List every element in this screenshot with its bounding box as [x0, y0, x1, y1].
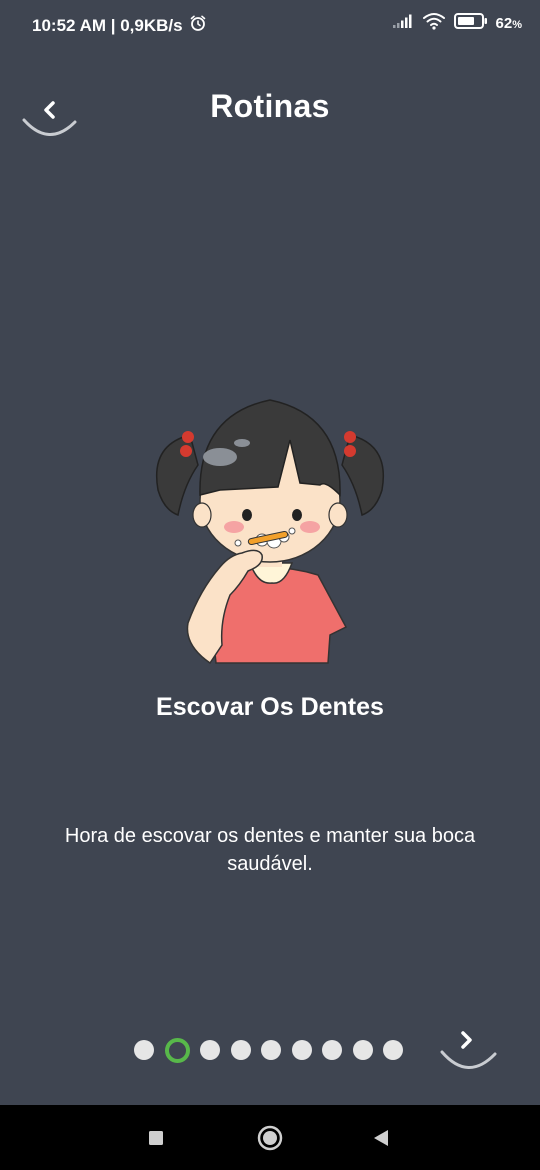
header: Rotinas: [0, 70, 540, 150]
page-dot-2-active[interactable]: [164, 1037, 190, 1063]
status-right: 62%: [392, 12, 522, 34]
home-circle-icon[interactable]: [255, 1123, 285, 1153]
next-button[interactable]: [438, 1022, 500, 1076]
chevron-right-icon: [440, 1031, 497, 1069]
page-dot-5[interactable]: [261, 1040, 281, 1060]
page-title: Rotinas: [210, 88, 330, 124]
recents-square-icon[interactable]: [141, 1123, 171, 1153]
girl-brushing-teeth-illustration: [150, 395, 390, 665]
wifi-icon: [422, 12, 446, 34]
page-dot-3[interactable]: [200, 1040, 220, 1060]
status-time-speed: 10:52 AM | 0,9KB/s: [32, 15, 183, 35]
routine-description: Hora de escovar os dentes e manter sua b…: [64, 825, 476, 875]
page-dot-9[interactable]: [383, 1040, 403, 1060]
status-left: 10:52 AM | 0,9KB/s: [32, 14, 207, 37]
page-dot-1[interactable]: [134, 1040, 154, 1060]
system-nav-bar: [0, 1105, 540, 1170]
status-bar: 10:52 AM | 0,9KB/s 62%: [0, 0, 540, 50]
battery-icon: [453, 12, 488, 34]
page-dot-6[interactable]: [291, 1040, 312, 1060]
page-dot-4[interactable]: [230, 1040, 251, 1060]
battery-percent: 62%: [495, 14, 522, 32]
back-triangle-icon[interactable]: [366, 1123, 396, 1153]
routine-title: Escovar Os Dentes: [156, 693, 384, 721]
page-dot-7[interactable]: [322, 1040, 342, 1060]
signal-icon: [392, 13, 414, 33]
page-dot-8[interactable]: [352, 1040, 373, 1060]
page-indicator: [134, 1037, 414, 1063]
alarm-icon: [189, 14, 207, 37]
